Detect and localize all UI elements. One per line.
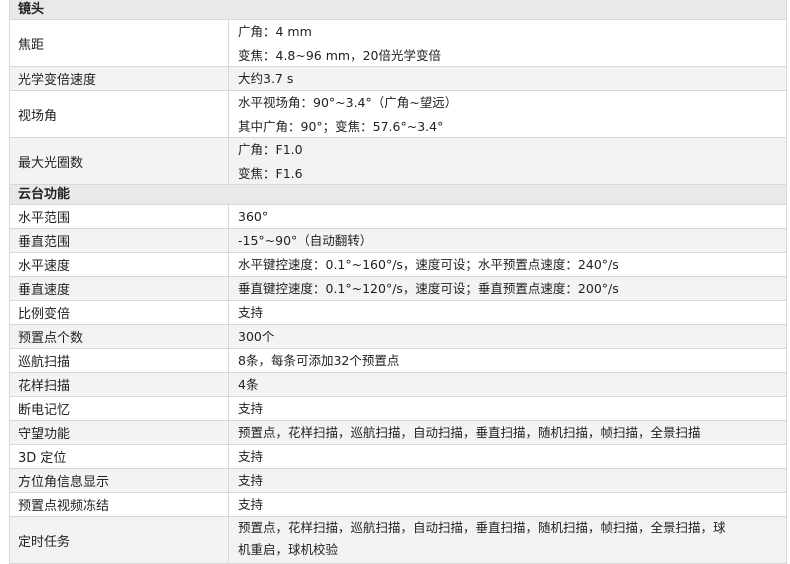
table-row: 3D 定位 支持 [10, 445, 786, 469]
table-row: 水平速度 水平键控速度：0.1°~160°/s，速度可设；水平预置点速度：240… [10, 253, 786, 277]
table-row: 预置点个数 300个 [10, 325, 786, 349]
row-value: 广角：4 mm 变焦：4.8~96 mm，20倍光学变倍 [229, 20, 786, 66]
section-header-lens: 镜头 [10, 0, 786, 20]
row-value: 8条，每条可添加32个预置点 [229, 349, 786, 372]
table-row: 花样扫描 4条 [10, 373, 786, 397]
row-value: 大约3.7 s [229, 67, 786, 90]
table-row: 守望功能 预置点，花样扫描，巡航扫描，自动扫描，垂直扫描，随机扫描，帧扫描，全景… [10, 421, 786, 445]
row-value: 360° [229, 205, 786, 228]
value-line: 其中广角：90°；变焦：57.6°~3.4° [238, 118, 444, 134]
row-label: 守望功能 [10, 421, 229, 444]
row-value: 4条 [229, 373, 786, 396]
value-line: 360° [238, 209, 269, 224]
value-line: 机重启，球机校验 [238, 542, 339, 557]
table-row: 水平范围 360° [10, 205, 786, 229]
row-label: 最大光圈数 [10, 138, 229, 184]
row-value: 水平键控速度：0.1°~160°/s，速度可设；水平预置点速度：240°/s [229, 253, 786, 276]
value-line: 变焦：4.8~96 mm，20倍光学变倍 [238, 47, 441, 63]
table-row: 垂直范围 -15°~90°（自动翻转） [10, 229, 786, 253]
value-line: 广角：4 mm [238, 24, 312, 39]
table-row: 光学变倍速度 大约3.7 s [10, 67, 786, 91]
row-label: 巡航扫描 [10, 349, 229, 372]
row-label: 垂直范围 [10, 229, 229, 252]
value-line: 水平视场角：90°~3.4°（广角~望远） [238, 95, 458, 110]
row-label: 光学变倍速度 [10, 67, 229, 90]
value-line: 支持 [238, 449, 264, 464]
row-value: -15°~90°（自动翻转） [229, 229, 786, 252]
row-label: 垂直速度 [10, 277, 229, 300]
value-line: 300个 [238, 329, 275, 344]
row-value: 广角：F1.0 变焦：F1.6 [229, 138, 786, 184]
row-value: 支持 [229, 493, 786, 516]
value-line: 支持 [238, 401, 264, 416]
row-value: 预置点，花样扫描，巡航扫描，自动扫描，垂直扫描，随机扫描，帧扫描，全景扫描，球 … [229, 517, 786, 563]
table-row: 垂直速度 垂直键控速度：0.1°~120°/s，速度可设；垂直预置点速度：200… [10, 277, 786, 301]
row-value: 支持 [229, 301, 786, 324]
row-label: 比例变倍 [10, 301, 229, 324]
section-header-ptz: 云台功能 [10, 185, 786, 205]
row-label: 预置点视频冻结 [10, 493, 229, 516]
table-row: 巡航扫描 8条，每条可添加32个预置点 [10, 349, 786, 373]
row-value: 预置点，花样扫描，巡航扫描，自动扫描，垂直扫描，随机扫描，帧扫描，全景扫描 [229, 421, 786, 444]
table-row: 最大光圈数 广角：F1.0 变焦：F1.6 [10, 138, 786, 185]
row-label: 定时任务 [10, 517, 229, 563]
value-line: 垂直键控速度：0.1°~120°/s，速度可设；垂直预置点速度：200°/s [238, 281, 619, 296]
value-line: 支持 [238, 473, 264, 488]
value-line: 支持 [238, 497, 264, 512]
row-label: 视场角 [10, 91, 229, 137]
value-line: 4条 [238, 377, 259, 392]
value-line: 变焦：F1.6 [238, 165, 303, 181]
row-label: 水平速度 [10, 253, 229, 276]
row-value: 支持 [229, 469, 786, 492]
row-label: 花样扫描 [10, 373, 229, 396]
value-line: -15°~90°（自动翻转） [238, 233, 373, 248]
value-line: 大约3.7 s [238, 71, 294, 86]
value-line: 预置点，花样扫描，巡航扫描，自动扫描，垂直扫描，随机扫描，帧扫描，全景扫描，球 [238, 520, 726, 535]
row-value: 垂直键控速度：0.1°~120°/s，速度可设；垂直预置点速度：200°/s [229, 277, 786, 300]
table-row: 预置点视频冻结 支持 [10, 493, 786, 517]
table-row: 方位角信息显示 支持 [10, 469, 786, 493]
value-line: 8条，每条可添加32个预置点 [238, 353, 400, 368]
row-label: 焦距 [10, 20, 229, 66]
spec-table: 镜头 焦距 广角：4 mm 变焦：4.8~96 mm，20倍光学变倍 光学变倍速… [9, 0, 787, 564]
value-line: 水平键控速度：0.1°~160°/s，速度可设；水平预置点速度：240°/s [238, 257, 619, 272]
row-value: 水平视场角：90°~3.4°（广角~望远） 其中广角：90°；变焦：57.6°~… [229, 91, 786, 137]
value-line: 广角：F1.0 [238, 142, 303, 157]
row-value: 支持 [229, 397, 786, 420]
table-row: 定时任务 预置点，花样扫描，巡航扫描，自动扫描，垂直扫描，随机扫描，帧扫描，全景… [10, 517, 786, 564]
row-value: 300个 [229, 325, 786, 348]
table-row: 视场角 水平视场角：90°~3.4°（广角~望远） 其中广角：90°；变焦：57… [10, 91, 786, 138]
table-row: 比例变倍 支持 [10, 301, 786, 325]
row-label: 方位角信息显示 [10, 469, 229, 492]
row-label: 水平范围 [10, 205, 229, 228]
value-line: 预置点，花样扫描，巡航扫描，自动扫描，垂直扫描，随机扫描，帧扫描，全景扫描 [238, 425, 701, 440]
table-row: 焦距 广角：4 mm 变焦：4.8~96 mm，20倍光学变倍 [10, 20, 786, 67]
row-label: 3D 定位 [10, 445, 229, 468]
row-value: 支持 [229, 445, 786, 468]
value-line: 支持 [238, 305, 264, 320]
row-label: 预置点个数 [10, 325, 229, 348]
row-label: 断电记忆 [10, 397, 229, 420]
table-row: 断电记忆 支持 [10, 397, 786, 421]
